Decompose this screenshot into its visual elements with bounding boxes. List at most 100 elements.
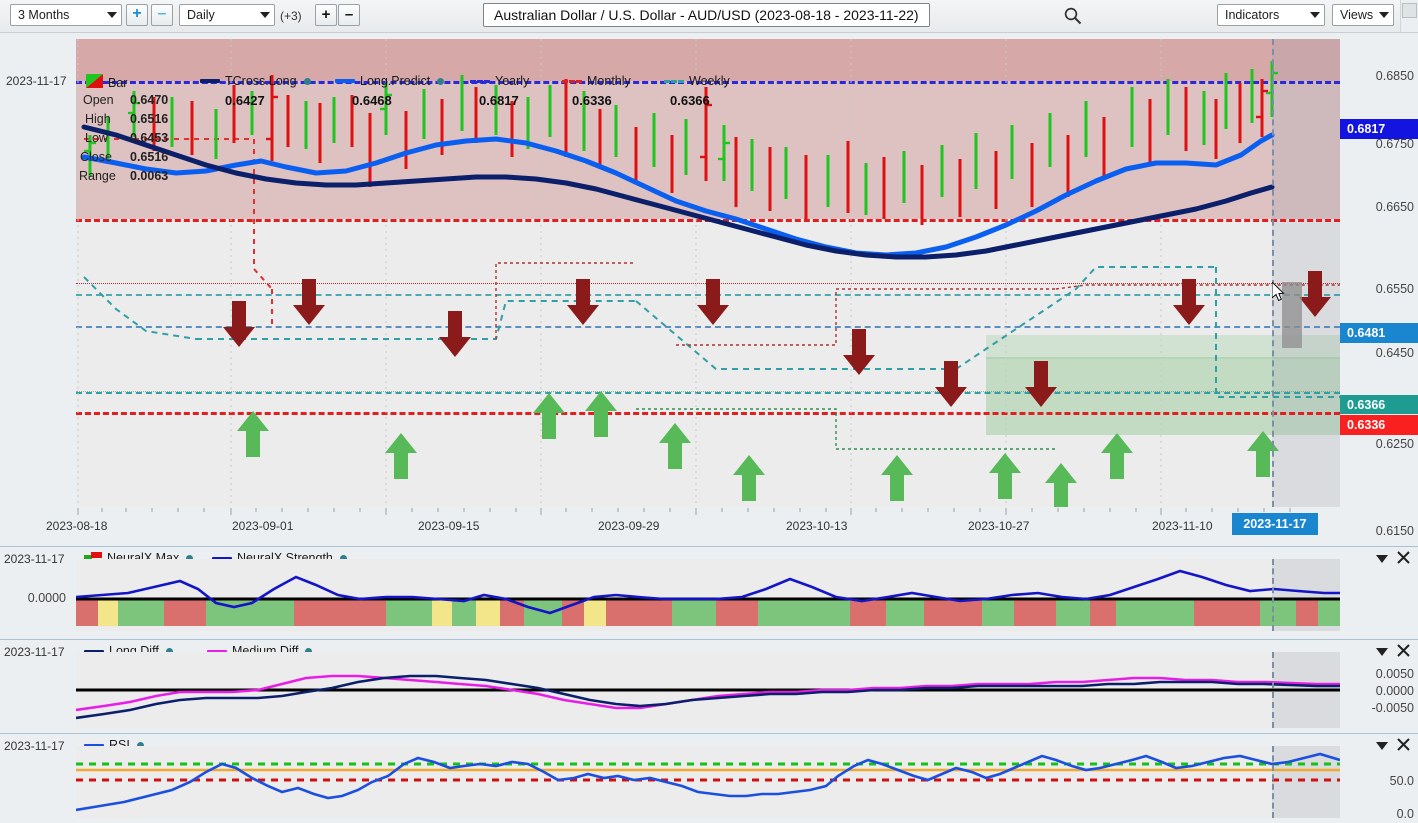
monthly-dash-icon [562,79,582,83]
neuralx-panel-controls [1376,551,1410,567]
settings-dot-icon[interactable] [437,77,445,85]
price-tick: 0.6750 [1375,137,1414,151]
yearly-value: 0.6817 [479,93,519,108]
bars-added-count: (+3) [280,9,302,23]
tcross-long-value: 0.6427 [225,93,265,108]
neuralx-plot-area[interactable] [76,559,1340,631]
top-toolbar: 3 Months + – Daily (+3) + – Australian D… [0,0,1418,33]
chevron-down-icon [1310,12,1320,18]
diff-crosshair [1272,652,1274,728]
ohlc-high-value: 0.6516 [130,112,169,126]
legend-tcross-long[interactable]: TCross.Long [200,74,311,88]
x-tick-label: 2023-08-18 [46,519,108,533]
diff-panel: 2023-11-17 Long.Diff Medium.Diff 0.0035 … [0,639,1418,734]
weekly-price-tag: 0.6366 [1340,395,1418,414]
minus-icon: – [344,5,354,23]
legend-bar[interactable]: Bar [86,74,127,91]
search-icon[interactable] [1063,6,1083,26]
views-menu[interactable]: Views [1332,4,1394,26]
price-tick: 0.6650 [1375,200,1414,214]
neuralx-panel: 2023-11-17 NeuralX.Max NeuralX.Strength … [0,546,1418,640]
price-axis[interactable]: 0.6850 0.6750 0.6650 0.6550 0.6450 0.625… [1340,33,1418,546]
ohlc-low-value: 0.6453 [130,131,169,145]
x-tick-label: 2023-11-10 [1152,519,1213,533]
weekly-value: 0.6366 [670,93,710,108]
settings-dot-icon[interactable] [303,77,311,85]
diff-lines [76,674,1340,720]
rsi-tick: 50.0 [1389,774,1414,788]
bars-decrease-button[interactable]: – [338,4,360,26]
legend-bar-label: Bar [108,75,128,90]
ohlc-open-key: Open [83,93,114,107]
rsi-crosshair [1272,746,1274,818]
diff-panel-controls [1376,644,1410,660]
minus-icon: – [157,5,167,22]
rsi-line [76,752,1340,812]
x-axis-ticks [76,507,1340,517]
x-tick-label: 2023-10-13 [786,519,848,533]
neuralx-panel-date: 2023-11-17 [4,552,65,566]
ohlc-close-value: 0.6516 [130,150,169,164]
rsi-panel: 2023-11-17 RSI 70.3 50.0 0.0 [0,733,1418,823]
scroll-up-button[interactable] [1402,3,1417,18]
x-tick-label: 2023-09-29 [598,519,660,533]
indicators-menu[interactable]: Indicators [1217,4,1325,26]
ohlc-open-value: 0.6470 [130,93,169,107]
monthly-value: 0.6336 [572,93,612,108]
chevron-down-icon[interactable] [1376,552,1388,566]
legend-monthly-label: Monthly [587,74,631,88]
indicators-menu-label: Indicators [1225,8,1280,22]
views-menu-label: Views [1340,8,1373,22]
chevron-down-icon [107,12,117,18]
yearly-price-tag: 0.6817 [1340,119,1418,139]
crosshair-vertical [1272,39,1274,507]
plus-icon: + [132,5,142,22]
legend-monthly[interactable]: Monthly [562,74,631,88]
x-tick-label: 2023-10-27 [968,519,1030,533]
interval-select-label: Daily [187,8,215,22]
x-tick-label: 2023-09-15 [418,519,480,533]
range-decrease-button[interactable]: – [151,4,173,26]
ohlc-high-key: High [85,112,111,126]
bar-icon [86,74,103,91]
bars-increase-button[interactable]: + [315,4,337,26]
diff-plot-area[interactable] [76,652,1340,728]
signal-arrows [223,271,1331,507]
yearly-dash-icon [470,79,490,83]
chart-application: 3 Months + – Daily (+3) + – Australian D… [0,0,1418,823]
range-select[interactable]: 3 Months [10,4,122,26]
tcross-long-swatch-icon [200,79,220,83]
legend-yearly[interactable]: Yearly [470,74,529,88]
range-increase-button[interactable]: + [126,4,148,26]
close-icon[interactable] [1397,738,1410,754]
price-tick: 0.6250 [1375,437,1414,451]
legend-long-predict[interactable]: Long.Predict [335,74,445,88]
diff-tick: 0.0050 [1375,667,1414,681]
neuralx-crosshair [1272,559,1274,631]
ohlc-range-value: 0.0063 [130,169,169,183]
neuralx-strength-line [76,569,1340,615]
range-select-label: 3 Months [18,8,70,22]
symbol-field[interactable]: Australian Dollar / U.S. Dollar - AUD/US… [483,3,930,27]
chevron-down-icon[interactable] [1376,645,1388,659]
chevron-down-icon[interactable] [1376,739,1388,753]
diff-tick: 0.0000 [1375,684,1414,698]
rsi-plot-area[interactable] [76,746,1340,818]
weekly-dash-icon [664,79,684,83]
diff-tick: -0.0050 [1371,701,1414,715]
price-plot-area[interactable] [76,39,1340,507]
legend-weekly[interactable]: Weekly [664,74,730,88]
rsi-panel-controls [1376,738,1410,754]
close-icon[interactable] [1397,644,1410,660]
x-selected-date[interactable]: 2023-11-17 [1232,513,1318,535]
ohlc-range-key: Range [79,169,116,183]
close-icon[interactable] [1397,551,1410,567]
interval-select[interactable]: Daily [179,4,275,26]
long-predict-swatch-icon [335,79,355,83]
price-panel: 2023-11-17 Bar TCross.Long Long.Predict … [0,33,1418,546]
chevron-down-icon [1379,12,1389,18]
toolbar-scrollbar[interactable] [1400,0,1418,32]
rsi-tick: 0.0 [1396,807,1414,821]
legend-tcross-long-label: TCross.Long [225,74,297,88]
ohlc-low-key: Low [85,131,108,145]
